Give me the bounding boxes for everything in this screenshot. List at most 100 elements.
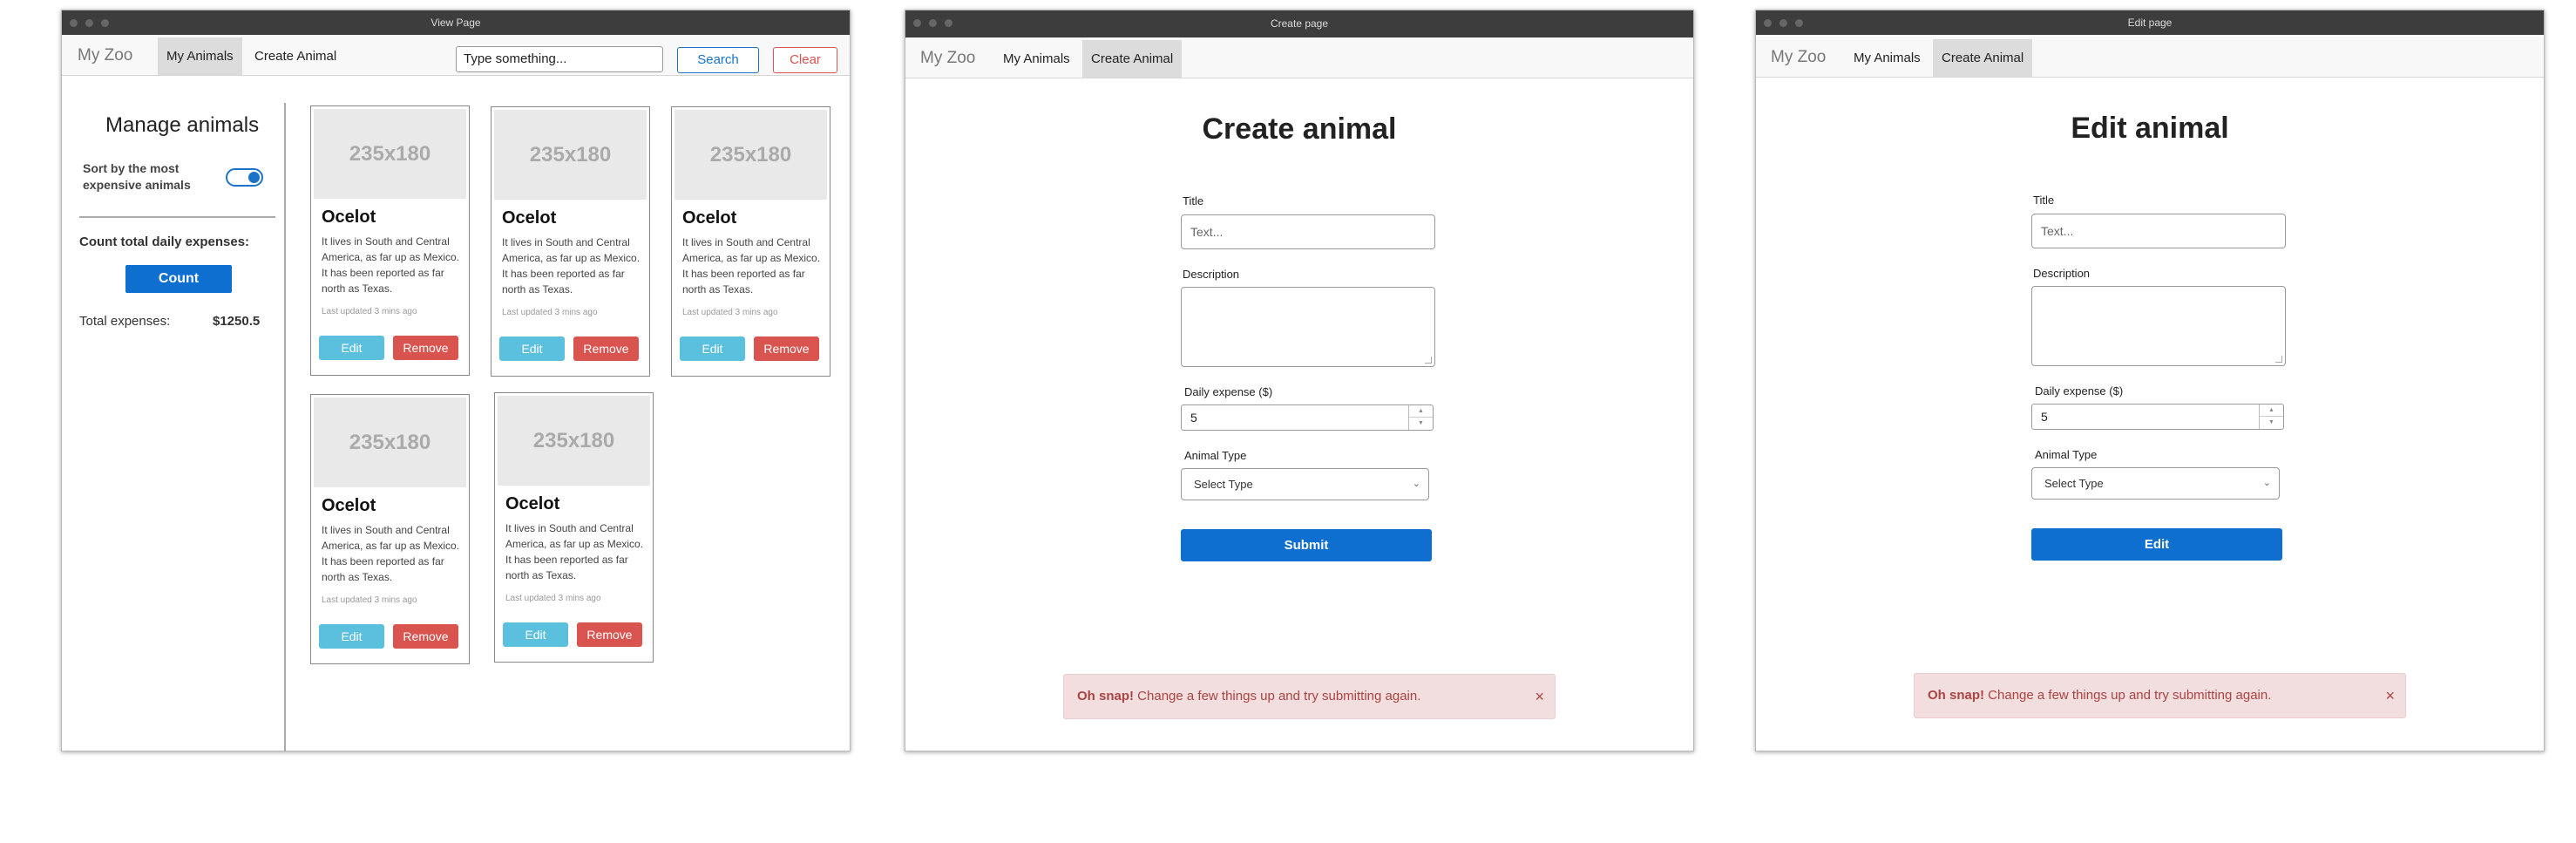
total-expenses-value: $1250.5 bbox=[213, 314, 261, 329]
card-image-placeholder: 235x180 bbox=[498, 396, 650, 486]
remove-button[interactable]: Remove bbox=[393, 624, 458, 649]
edit-button[interactable]: Edit bbox=[319, 624, 384, 649]
animal-type-select[interactable]: Select Type ⌄ bbox=[2031, 467, 2280, 500]
count-button[interactable]: Count bbox=[125, 265, 232, 293]
nav-my-animals[interactable]: My Animals bbox=[1845, 39, 1929, 77]
vertical-divider bbox=[284, 103, 286, 751]
brand-logo[interactable]: My Zoo bbox=[920, 49, 975, 68]
card-updated: Last updated 3 mins ago bbox=[682, 308, 778, 317]
number-spinner[interactable]: ▲ ▼ bbox=[1408, 405, 1433, 430]
remove-button[interactable]: Remove bbox=[573, 337, 639, 361]
create-window-titlebar: Create page bbox=[905, 10, 1693, 37]
animal-card: 235x180 Ocelot It lives in South and Cen… bbox=[310, 394, 470, 664]
window-title: Create page bbox=[1270, 17, 1329, 30]
daily-expense-input[interactable]: 5 ▲ ▼ bbox=[1181, 405, 1434, 431]
chevron-down-icon: ⌄ bbox=[2262, 478, 2271, 488]
nav-create-animal[interactable]: Create Animal bbox=[1933, 39, 2033, 77]
alert-strong: Oh snap! bbox=[1928, 688, 1985, 703]
card-updated: Last updated 3 mins ago bbox=[322, 595, 417, 605]
card-title: Ocelot bbox=[322, 496, 376, 515]
remove-button[interactable]: Remove bbox=[577, 622, 642, 647]
card-updated: Last updated 3 mins ago bbox=[322, 307, 417, 316]
chevron-down-icon: ⌄ bbox=[1412, 479, 1420, 489]
sort-toggle[interactable] bbox=[226, 168, 263, 187]
card-description: It lives in South and Central America, a… bbox=[682, 236, 821, 296]
animal-type-value: Select Type bbox=[1194, 478, 1253, 491]
description-textarea[interactable] bbox=[1181, 287, 1435, 367]
daily-expense-value: 5 bbox=[1190, 411, 1197, 425]
daily-expense-label: Daily expense ($) bbox=[2035, 384, 2124, 398]
navbar: My Zoo My Animals Create Animal bbox=[905, 37, 1693, 78]
alert-text: Change a few things up and try submittin… bbox=[1134, 689, 1421, 704]
animal-card: 235x180 Ocelot It lives in South and Cen… bbox=[310, 105, 470, 376]
animal-card: 235x180 Ocelot It lives in South and Cen… bbox=[671, 106, 830, 377]
animal-type-label: Animal Type bbox=[2035, 448, 2098, 461]
edit-button[interactable]: Edit bbox=[319, 336, 384, 360]
card-description: It lives in South and Central America, a… bbox=[502, 236, 641, 296]
number-spinner[interactable]: ▲ ▼ bbox=[2259, 405, 2283, 429]
close-icon[interactable]: × bbox=[2385, 674, 2395, 717]
view-window-titlebar: View Page bbox=[62, 10, 850, 35]
card-title: Ocelot bbox=[505, 494, 560, 513]
close-icon[interactable]: × bbox=[1535, 675, 1544, 718]
daily-expense-value: 5 bbox=[2041, 410, 2048, 424]
animal-card: 235x180 Ocelot It lives in South and Cen… bbox=[494, 392, 654, 663]
title-input[interactable]: Text... bbox=[1181, 214, 1435, 249]
search-input[interactable]: Type something... bbox=[456, 46, 663, 72]
error-alert: Oh snap! Change a few things up and try … bbox=[1063, 674, 1556, 719]
clear-button[interactable]: Clear bbox=[773, 47, 837, 73]
page-title: Create animal bbox=[1202, 112, 1397, 146]
count-label: Count total daily expenses: bbox=[79, 235, 250, 249]
window-controls[interactable] bbox=[913, 19, 952, 27]
daily-expense-input[interactable]: 5 ▲ ▼ bbox=[2031, 404, 2284, 430]
edit-button[interactable]: Edit bbox=[499, 337, 565, 361]
nav-create-animal[interactable]: Create Animal bbox=[1082, 40, 1183, 78]
card-image-placeholder: 235x180 bbox=[314, 109, 466, 199]
card-description: It lives in South and Central America, a… bbox=[322, 235, 460, 295]
card-updated: Last updated 3 mins ago bbox=[505, 594, 601, 603]
nav-my-animals[interactable]: My Animals bbox=[994, 40, 1079, 78]
submit-button[interactable]: Submit bbox=[1181, 529, 1432, 561]
brand-logo[interactable]: My Zoo bbox=[1771, 48, 1826, 67]
card-title: Ocelot bbox=[682, 208, 737, 228]
remove-button[interactable]: Remove bbox=[754, 337, 819, 361]
brand-logo[interactable]: My Zoo bbox=[78, 46, 132, 65]
remove-button[interactable]: Remove bbox=[393, 336, 458, 360]
title-label: Title bbox=[2033, 194, 2055, 207]
window-controls[interactable] bbox=[70, 19, 109, 27]
navbar: My Zoo My Animals Create Animal bbox=[1756, 37, 2544, 78]
edit-window-titlebar: Edit page bbox=[1756, 10, 2544, 35]
card-image-placeholder: 235x180 bbox=[494, 110, 647, 200]
edit-button[interactable]: Edit bbox=[680, 337, 745, 361]
search-button[interactable]: Search bbox=[677, 47, 759, 73]
card-description: It lives in South and Central America, a… bbox=[322, 524, 460, 583]
edit-button[interactable]: Edit bbox=[503, 622, 568, 647]
daily-expense-label: Daily expense ($) bbox=[1184, 385, 1273, 398]
sidebar-divider bbox=[79, 216, 275, 218]
total-expenses-label: Total expenses: bbox=[79, 314, 171, 329]
window-controls[interactable] bbox=[1764, 19, 1803, 27]
nav-my-animals[interactable]: My Animals bbox=[158, 37, 242, 75]
card-image-placeholder: 235x180 bbox=[314, 398, 466, 487]
nav-create-animal[interactable]: Create Animal bbox=[246, 37, 345, 75]
card-title: Ocelot bbox=[502, 208, 557, 228]
sort-label: Sort by the most expensive animals bbox=[83, 161, 191, 192]
card-description: It lives in South and Central America, a… bbox=[505, 522, 644, 581]
create-window: Create page My Zoo My Animals Create Ani… bbox=[905, 10, 1694, 751]
animal-type-value: Select Type bbox=[2044, 477, 2104, 490]
description-label: Description bbox=[1183, 268, 1240, 281]
page-title: Edit animal bbox=[2071, 112, 2229, 145]
description-textarea[interactable] bbox=[2031, 286, 2286, 366]
card-title: Ocelot bbox=[322, 207, 376, 227]
window-title: View Page bbox=[430, 17, 481, 29]
animal-type-select[interactable]: Select Type ⌄ bbox=[1181, 468, 1429, 500]
description-label: Description bbox=[2033, 267, 2091, 280]
edit-submit-button[interactable]: Edit bbox=[2031, 528, 2282, 561]
animal-card: 235x180 Ocelot It lives in South and Cen… bbox=[491, 106, 650, 377]
window-title: Edit page bbox=[2127, 17, 2173, 29]
title-label: Title bbox=[1183, 194, 1204, 207]
navbar: My Zoo My Animals Create Animal Type som… bbox=[62, 35, 850, 76]
title-input[interactable]: Text... bbox=[2031, 214, 2286, 248]
card-image-placeholder: 235x180 bbox=[675, 110, 827, 200]
sidebar-title: Manage animals bbox=[105, 113, 260, 137]
